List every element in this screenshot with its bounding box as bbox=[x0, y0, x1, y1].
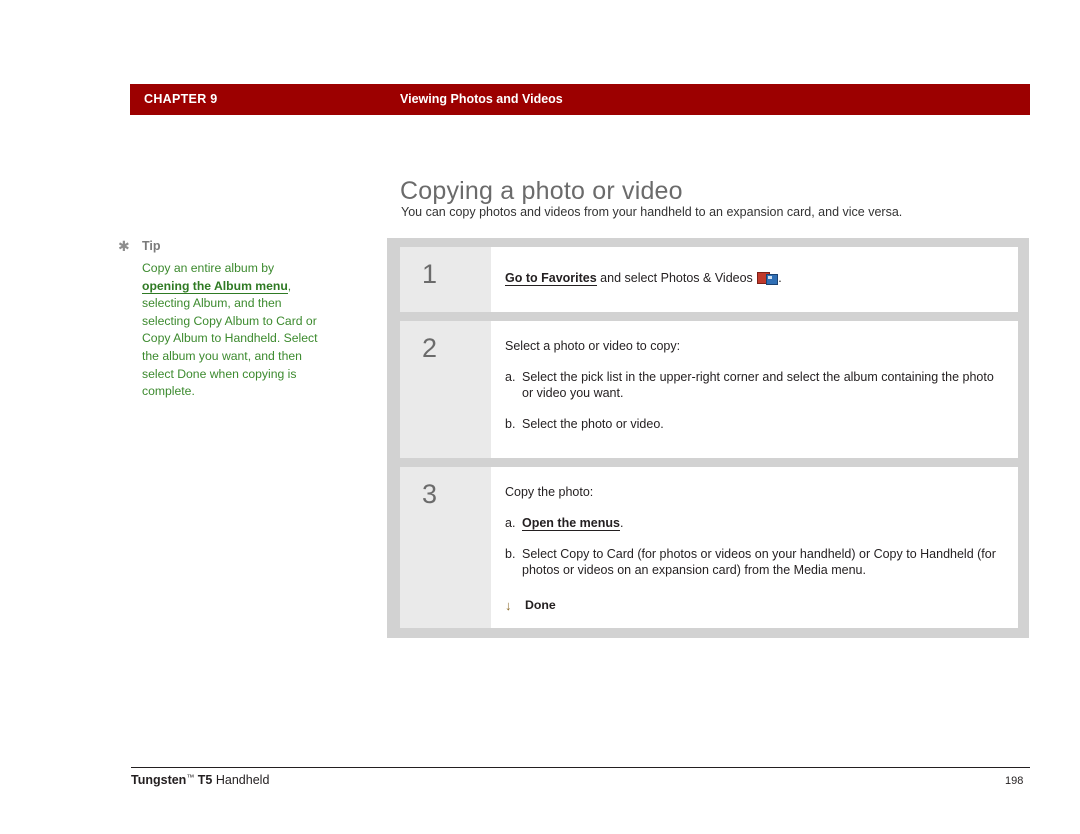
step1-lead-rest: and select Photos & Videos bbox=[596, 271, 753, 285]
step-row: 1 Go to Favorites and select Photos & Vi… bbox=[400, 247, 1018, 312]
footer-product-tail: Handheld bbox=[215, 773, 270, 787]
step-body: Select a photo or video to copy: a. Sele… bbox=[491, 321, 1018, 458]
step-number: 1 bbox=[422, 259, 438, 289]
step-lead-text: Select a photo or video to copy: bbox=[505, 339, 681, 353]
photos-videos-icon bbox=[757, 271, 779, 285]
step1-lead-tail: . bbox=[778, 271, 782, 285]
header-chapter-label: CHAPTER 9 bbox=[144, 92, 218, 106]
tip-label: Tip bbox=[142, 239, 161, 253]
down-arrow-icon: ↓ bbox=[505, 597, 512, 613]
step-body: Copy the photo: a. Open the menus. b. Se… bbox=[491, 467, 1018, 628]
page-intro-text: You can copy photos and videos from your… bbox=[401, 205, 903, 219]
tip-text-before: Copy an entire album by bbox=[142, 261, 275, 275]
step-substep: b. Select Copy to Card (for photos or vi… bbox=[505, 546, 1004, 578]
substep-letter: a. bbox=[505, 370, 516, 384]
step-number: 3 bbox=[422, 479, 438, 509]
done-label: Done bbox=[525, 598, 556, 612]
substep-letter: a. bbox=[505, 516, 516, 530]
footer-page-number: 198 bbox=[1005, 775, 1024, 787]
tip-text-after: , selecting Album, and then selecting Co… bbox=[142, 278, 318, 399]
substep-text: Select Copy to Card (for photos or video… bbox=[522, 547, 996, 577]
substep-text: Select the photo or video. bbox=[522, 417, 664, 431]
step-number: 2 bbox=[422, 333, 438, 363]
substep-text-after: . bbox=[619, 516, 624, 530]
footer-product-rest: T5 bbox=[194, 773, 216, 787]
tip-link[interactable]: opening the Album menu bbox=[142, 278, 288, 294]
step-body: Go to Favorites and select Photos & Vide… bbox=[491, 247, 1018, 312]
page-title: Copying a photo or video bbox=[400, 176, 683, 205]
steps-panel: 1 Go to Favorites and select Photos & Vi… bbox=[387, 238, 1029, 638]
footer-product-bold: Tungsten bbox=[131, 773, 187, 787]
step-substep: a. Open the menus. bbox=[505, 515, 1004, 531]
asterisk-icon: ✱ bbox=[118, 238, 130, 254]
substep-letter: b. bbox=[505, 547, 516, 561]
footer-divider bbox=[131, 767, 1030, 768]
step-lead-text: Go to Favorites and select Photos & Vide… bbox=[505, 270, 1004, 286]
step-number-cell: 2 bbox=[400, 321, 491, 458]
tip-block: ✱ Tip Copy an entire album by opening th… bbox=[118, 238, 318, 401]
step-substep: b. Select the photo or video. bbox=[505, 416, 1004, 432]
substep-text: Select the pick list in the upper-right … bbox=[522, 370, 994, 400]
step-row: 2 Select a photo or video to copy: a. Se… bbox=[400, 321, 1018, 458]
substep-text: Open the menus. bbox=[522, 515, 1004, 531]
go-to-favorites-link[interactable]: Go to Favorites bbox=[505, 271, 597, 286]
tip-text: Copy an entire album by opening the Albu… bbox=[142, 260, 318, 401]
step-number-cell: 1 bbox=[400, 247, 491, 312]
open-the-menus-link[interactable]: Open the menus bbox=[522, 516, 620, 531]
page-header-bar: CHAPTER 9 Viewing Photos and Videos bbox=[130, 84, 1030, 115]
substep-letter: b. bbox=[505, 417, 516, 431]
step-substep: a. Select the pick list in the upper-rig… bbox=[505, 369, 1004, 401]
step-row: 3 Copy the photo: a. Open the menus. b. … bbox=[400, 467, 1018, 628]
footer-product-label: Tungsten™ T5 Handheld bbox=[131, 773, 269, 787]
step-number-cell: 3 bbox=[400, 467, 491, 628]
step-lead-text: Copy the photo: bbox=[505, 485, 594, 499]
tip-header: ✱ Tip bbox=[118, 238, 318, 256]
done-row: ↓ Done bbox=[505, 597, 1004, 613]
header-section-label: Viewing Photos and Videos bbox=[400, 92, 563, 106]
